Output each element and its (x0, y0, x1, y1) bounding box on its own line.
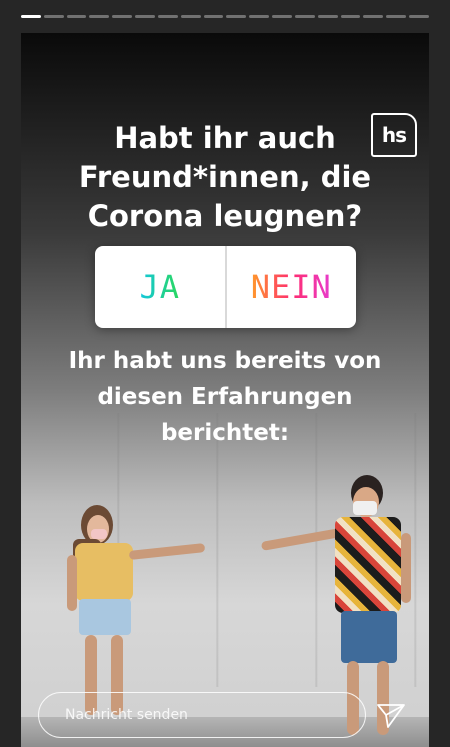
poll-sticker: JA NEIN (95, 246, 356, 328)
progress-segment (340, 15, 361, 18)
progress-segment (226, 15, 247, 18)
progress-segment (157, 15, 178, 18)
story-progress-bar (21, 15, 429, 18)
progress-segment (272, 15, 292, 18)
progress-segment (409, 15, 429, 18)
paper-plane-icon[interactable] (376, 703, 406, 729)
message-input[interactable] (63, 706, 365, 724)
story-headline: Habt ihr auch Freund*innen, die Corona l… (78, 121, 372, 233)
story-card[interactable]: hs Habt ihr auch Freund*innen, die Coron… (21, 33, 429, 747)
progress-segment (89, 15, 110, 18)
poll-option-no[interactable]: NEIN (227, 246, 357, 328)
progress-segment (43, 15, 64, 18)
progress-segment (66, 15, 87, 18)
progress-segment (203, 15, 224, 18)
message-input-pill[interactable] (38, 692, 366, 738)
progress-segment (386, 15, 407, 18)
progress-segment (363, 15, 384, 18)
progress-segment (21, 15, 41, 18)
progress-segment (294, 15, 315, 18)
story-subtext: Ihr habt uns bereits von diesen Erfahrun… (68, 348, 382, 446)
progress-segment (249, 15, 270, 18)
poll-option-yes[interactable]: JA (95, 246, 225, 328)
progress-segment (180, 15, 201, 18)
progress-segment (112, 15, 133, 18)
progress-segment (135, 15, 155, 18)
progress-segment (317, 15, 338, 18)
